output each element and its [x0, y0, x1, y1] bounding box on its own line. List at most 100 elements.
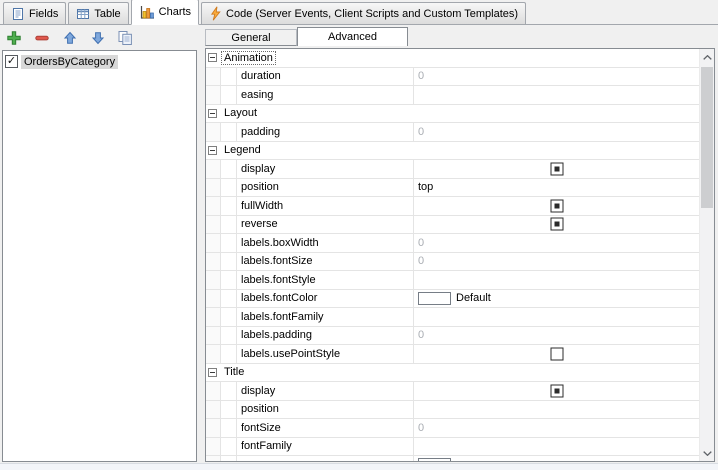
collapse-icon[interactable] — [208, 368, 217, 377]
row-gutter — [206, 401, 221, 419]
property-row-position[interactable]: position — [206, 401, 699, 420]
value-text: 0 — [418, 255, 424, 267]
section-title[interactable]: Title — [206, 364, 699, 383]
checkbox[interactable] — [5, 55, 18, 68]
property-row-labels-usepointstyle[interactable]: labels.usePointStyle — [206, 345, 699, 364]
property-row-duration[interactable]: duration0 — [206, 68, 699, 87]
section-label: Title — [222, 366, 246, 378]
tab-table[interactable]: Table — [68, 2, 128, 24]
property-row-labels-fontcolor[interactable]: labels.fontColorDefault — [206, 290, 699, 309]
add-button[interactable] — [5, 30, 22, 47]
property-value[interactable]: 0 — [414, 123, 699, 141]
property-row-partial[interactable] — [206, 456, 699, 461]
tab-label: Advanced — [328, 31, 377, 43]
section-layout[interactable]: Layout — [206, 105, 699, 124]
property-value[interactable] — [414, 160, 699, 178]
checkbox[interactable] — [550, 218, 563, 231]
row-gutter — [206, 345, 221, 363]
tab-fields[interactable]: Fields — [3, 2, 66, 24]
arrow-down-icon — [91, 31, 105, 45]
property-row-labels-boxwidth[interactable]: labels.boxWidth0 — [206, 234, 699, 253]
chart-editor-window: FieldsTableChartsCode (Server Events, Cl… — [0, 0, 718, 470]
tab-advanced[interactable]: Advanced — [297, 27, 408, 46]
scroll-down-button[interactable] — [700, 445, 714, 461]
row-indent — [221, 68, 237, 86]
property-value[interactable] — [414, 308, 699, 326]
property-row-labels-fontfamily[interactable]: labels.fontFamily — [206, 308, 699, 327]
property-label: labels.fontFamily — [237, 308, 414, 326]
property-row-display[interactable]: display — [206, 160, 699, 179]
tab-code[interactable]: Code (Server Events, Client Scripts and … — [201, 2, 526, 24]
property-value[interactable] — [414, 86, 699, 104]
property-value[interactable]: 0 — [414, 234, 699, 252]
row-gutter — [206, 234, 221, 252]
property-row-labels-fontstyle[interactable]: labels.fontStyle — [206, 271, 699, 290]
property-row-display[interactable]: display — [206, 382, 699, 401]
row-gutter — [206, 68, 221, 86]
property-label: labels.fontSize — [237, 253, 414, 271]
row-gutter — [206, 179, 221, 197]
property-value[interactable]: 0 — [414, 253, 699, 271]
checkbox[interactable] — [550, 384, 563, 397]
property-value[interactable] — [414, 216, 699, 234]
collapse-icon[interactable] — [208, 146, 217, 155]
section-label: Legend — [222, 144, 263, 156]
charts-icon — [139, 5, 155, 20]
property-row-labels-fontsize[interactable]: labels.fontSize 0 — [206, 253, 699, 272]
property-row-position[interactable]: positiontop — [206, 179, 699, 198]
section-animation[interactable]: Animation — [206, 49, 699, 68]
checkbox[interactable] — [550, 199, 563, 212]
tab-charts[interactable]: Charts — [131, 0, 199, 25]
remove-button[interactable] — [33, 30, 50, 47]
property-value[interactable]: 0 — [414, 327, 699, 345]
list-item-ordersbycategory[interactable]: OrdersByCategory — [3, 53, 196, 70]
vertical-scrollbar[interactable] — [699, 49, 714, 461]
color-swatch[interactable] — [418, 458, 451, 461]
property-value[interactable] — [414, 271, 699, 289]
collapse-icon[interactable] — [208, 53, 217, 62]
table-icon — [76, 7, 90, 21]
property-row-labels-padding[interactable]: labels.padding0 — [206, 327, 699, 346]
copy-button[interactable] — [117, 30, 134, 47]
property-value[interactable]: Default — [414, 290, 699, 308]
property-label: fullWidth — [237, 197, 414, 215]
property-row-easing[interactable]: easing — [206, 86, 699, 105]
property-value[interactable] — [414, 456, 699, 461]
row-indent — [221, 345, 237, 363]
collapse-icon[interactable] — [208, 109, 217, 118]
row-indent — [221, 179, 237, 197]
property-value[interactable] — [414, 438, 699, 456]
move-down-button[interactable] — [89, 30, 106, 47]
checkbox[interactable] — [550, 162, 563, 175]
property-label: display — [237, 160, 414, 178]
property-row-fullwidth[interactable]: fullWidth — [206, 197, 699, 216]
property-value[interactable]: 0 — [414, 419, 699, 437]
property-label: labels.fontColor — [237, 290, 414, 308]
checkbox[interactable] — [550, 347, 563, 360]
property-value[interactable]: top — [414, 179, 699, 197]
tab-general[interactable]: General — [205, 29, 297, 46]
scroll-up-button[interactable] — [700, 49, 714, 65]
main-tab-bar: FieldsTableChartsCode (Server Events, Cl… — [0, 0, 718, 25]
value-text: 0 — [418, 329, 424, 341]
property-row-fontsize[interactable]: fontSize0 — [206, 419, 699, 438]
property-value[interactable] — [414, 197, 699, 215]
property-label: labels.boxWidth — [237, 234, 414, 252]
row-indent — [221, 456, 237, 461]
scrollbar-thumb[interactable] — [701, 67, 713, 208]
property-value[interactable] — [414, 345, 699, 363]
property-value[interactable]: 0 — [414, 68, 699, 86]
property-row-fontfamily[interactable]: fontFamily — [206, 438, 699, 457]
chart-list[interactable]: OrdersByCategory — [2, 50, 197, 462]
property-value[interactable] — [414, 401, 699, 419]
move-up-button[interactable] — [61, 30, 78, 47]
property-label: padding — [237, 123, 414, 141]
row-gutter — [206, 86, 221, 104]
property-row-padding[interactable]: padding0 — [206, 123, 699, 142]
section-label: Animation — [222, 52, 275, 64]
section-legend[interactable]: Legend — [206, 142, 699, 161]
color-swatch[interactable] — [418, 292, 451, 305]
property-value[interactable] — [414, 382, 699, 400]
property-row-reverse[interactable]: reverse — [206, 216, 699, 235]
property-label: position — [237, 179, 414, 197]
